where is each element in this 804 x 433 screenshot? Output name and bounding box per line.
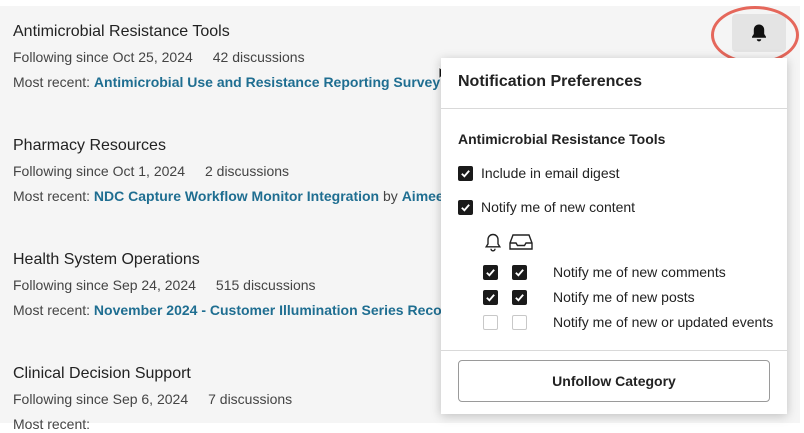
category-meta: Following since Oct 25, 2024 42 discussio… (13, 48, 459, 66)
category-meta: Following since Sep 6, 2024 7 discussions (13, 390, 292, 408)
category-meta: Following since Sep 24, 2024 515 discussi… (13, 276, 447, 294)
posts-bell-checkbox[interactable] (483, 289, 498, 305)
posts-inbox-checkbox[interactable] (512, 289, 527, 305)
discussion-count: 7 discussions (208, 391, 293, 407)
check-icon (486, 293, 495, 302)
check-icon (486, 268, 495, 277)
new-comments-label: Notify me of new comments (553, 264, 726, 280)
check-icon (461, 169, 470, 178)
category-title[interactable]: Antimicrobial Resistance Tools (13, 22, 459, 42)
most-recent-label: Most recent: (13, 188, 91, 204)
notification-bell-button[interactable] (732, 14, 786, 52)
check-icon (515, 268, 524, 277)
notification-preferences-panel: Notification Preferences Antimicrobial R… (441, 58, 787, 414)
inbox-icon (509, 234, 533, 250)
check-icon (461, 203, 470, 212)
events-label: Notify me of new or updated events (553, 314, 774, 330)
following-since: Following since Oct 1, 2024 (13, 163, 185, 179)
divider (441, 108, 787, 109)
most-recent-link[interactable]: November 2024 - Customer Illumination Se… (94, 302, 447, 318)
check-icon (515, 293, 524, 302)
following-since: Following since Sep 6, 2024 (13, 391, 189, 407)
new-posts-label: Notify me of new posts (553, 289, 695, 305)
category-meta: Following since Oct 1, 2024 2 discussions (13, 162, 452, 180)
channel-icons (483, 232, 533, 252)
panel-title: Notification Preferences (458, 73, 643, 90)
most-recent: Most recent: (13, 415, 292, 433)
category-title[interactable]: Pharmacy Resources (13, 136, 452, 156)
category-item: Health System Operations Following since… (13, 250, 447, 319)
most-recent-label: Most recent: (13, 416, 91, 432)
new-comments-option: Notify me of new comments (483, 264, 726, 280)
following-since: Following since Oct 25, 2024 (13, 49, 193, 65)
new-content-option[interactable]: Notify me of new content (458, 199, 635, 215)
bell-icon (484, 233, 502, 252)
discussion-count: 515 discussions (215, 277, 316, 293)
discussion-count: 2 discussions (204, 163, 290, 179)
most-recent-label: Most recent: (13, 74, 91, 90)
most-recent-link[interactable]: Antimicrobial Use and Resistance Reporti… (94, 74, 440, 90)
most-recent: Most recent: NDC Capture Workflow Monito… (13, 187, 452, 205)
most-recent: Most recent: Antimicrobial Use and Resis… (13, 73, 459, 91)
category-title[interactable]: Clinical Decision Support (13, 364, 292, 384)
discussion-count: 42 discussions (212, 49, 305, 65)
comments-bell-checkbox[interactable] (483, 264, 498, 280)
new-posts-option: Notify me of new posts (483, 289, 695, 305)
unfollow-category-button[interactable]: Unfollow Category (458, 360, 770, 402)
new-content-label: Notify me of new content (481, 199, 636, 215)
events-option: Notify me of new or updated events (483, 314, 773, 330)
following-since: Following since Sep 24, 2024 (13, 277, 196, 293)
bell-icon (752, 24, 766, 42)
most-recent-label: Most recent: (13, 302, 91, 318)
events-inbox-checkbox[interactable] (512, 314, 527, 330)
by-label: by (383, 188, 398, 204)
most-recent-link[interactable]: NDC Capture Workflow Monitor Integration (94, 188, 379, 204)
panel-category-name: Antimicrobial Resistance Tools (458, 131, 666, 147)
category-item: Pharmacy Resources Following since Oct 1… (13, 136, 452, 205)
new-content-checkbox[interactable] (458, 199, 473, 215)
email-digest-label: Include in email digest (481, 165, 620, 181)
category-title[interactable]: Health System Operations (13, 250, 447, 270)
email-digest-option[interactable]: Include in email digest (458, 165, 620, 181)
divider (441, 350, 787, 351)
category-item: Antimicrobial Resistance Tools Following… (13, 22, 459, 91)
email-digest-checkbox[interactable] (458, 165, 473, 181)
events-bell-checkbox[interactable] (483, 314, 498, 330)
comments-inbox-checkbox[interactable] (512, 264, 527, 280)
most-recent: Most recent: November 2024 - Customer Il… (13, 301, 447, 319)
